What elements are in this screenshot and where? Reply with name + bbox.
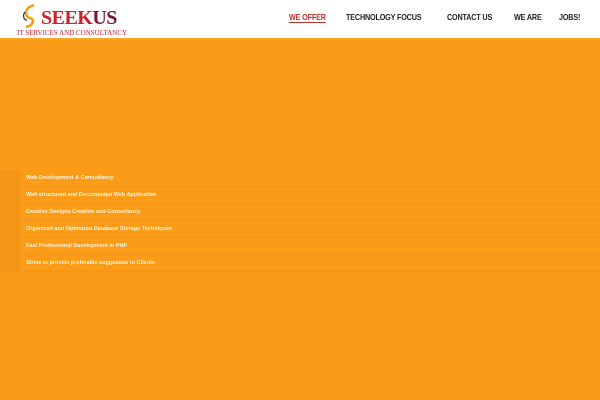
nav-we-are[interactable]: WE ARE bbox=[514, 12, 542, 23]
nav-jobs[interactable]: JOBS! bbox=[559, 12, 580, 23]
list-item: Organized and Optimized Database Storage… bbox=[0, 221, 600, 238]
nav-we-offer[interactable]: WE OFFER bbox=[289, 12, 326, 23]
main-nav: WE OFFER TECHNOLOGY FOCUS CONTACT US WE … bbox=[289, 12, 584, 23]
list-item: Fast Professional Development in PHP bbox=[0, 238, 600, 255]
nav-contact-us[interactable]: CONTACT US bbox=[447, 12, 492, 23]
nav-technology-focus[interactable]: TECHNOLOGY FOCUS bbox=[346, 12, 422, 23]
logo-brand: SEEKUS bbox=[41, 7, 117, 29]
logo[interactable]: SEEKUS IT SERVICES AND CONSULTANCY bbox=[4, 2, 134, 38]
list-item: Web Development & Consultancy bbox=[0, 170, 600, 187]
logo-swirl-icon bbox=[22, 4, 35, 28]
list-item: Strive to provide preferable suggestion … bbox=[0, 255, 600, 272]
logo-tagline: IT SERVICES AND CONSULTANCY bbox=[17, 29, 127, 37]
list-item: Well structured and Documented Web Appli… bbox=[0, 187, 600, 204]
services-list: Web Development & Consultancy Well struc… bbox=[0, 170, 600, 272]
list-item: Creative Designs Creation and Consultanc… bbox=[0, 204, 600, 221]
site-header: SEEKUS IT SERVICES AND CONSULTANCY WE OF… bbox=[0, 0, 600, 40]
